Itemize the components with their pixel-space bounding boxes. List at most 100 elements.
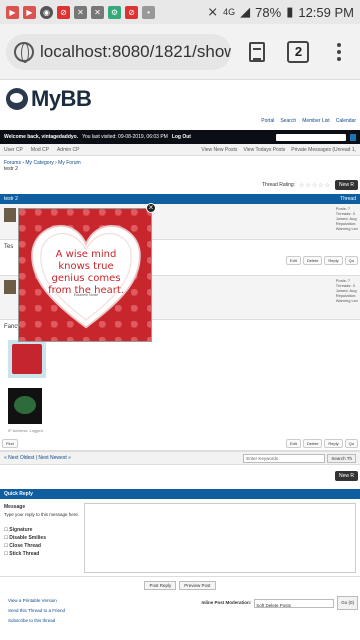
close-icon[interactable]: ×: [146, 203, 156, 213]
edit-button[interactable]: Edit: [285, 439, 301, 448]
post-reply-button[interactable]: Post Reply: [144, 581, 177, 590]
reader-mode-button[interactable]: [243, 34, 272, 70]
quick-reply-form: Message Type your reply to this message …: [0, 499, 360, 577]
tab-count: 2: [287, 40, 310, 63]
new-reply-button[interactable]: New R: [334, 180, 358, 190]
breadcrumb-thread: testr 2: [4, 166, 18, 172]
browser-toolbar: localhost:8080/1821/show 2: [0, 24, 360, 80]
web-page: MyBB Portal Search Member List Calendar …: [0, 80, 360, 640]
signal-icon: ◢: [240, 4, 251, 19]
user-cp-link[interactable]: User CP: [4, 147, 23, 153]
browser-menu-button[interactable]: [325, 34, 354, 70]
find-button[interactable]: Find: [2, 439, 18, 448]
author-stats: Posts: 7 Threads: 3 Joined: Aug Reputati…: [336, 206, 358, 231]
more-notifications-icon: •: [142, 5, 155, 19]
message-label: Message: [4, 504, 26, 510]
go-button[interactable]: Go (0): [337, 596, 358, 610]
message-textarea[interactable]: [84, 503, 356, 573]
quick-reply-options: Message Type your reply to this message …: [4, 503, 84, 572]
mic-off-icon: ✕: [91, 5, 104, 19]
keywords-input[interactable]: Enter Keywords: [243, 453, 326, 463]
search-link[interactable]: Search: [280, 118, 296, 130]
quick-reply-buttons: Post Reply Preview Post: [0, 577, 360, 594]
delete-button[interactable]: Delete: [302, 439, 323, 448]
search-thread-button[interactable]: Search Th: [327, 453, 356, 463]
reply-button[interactable]: Reply: [324, 439, 343, 448]
message-hint: Type your reply to this message here.: [4, 512, 80, 517]
more-vert-icon: [337, 42, 342, 61]
avatar: [4, 280, 16, 294]
status-bar: ▶ ▶ ◉ ⊘ ✕ ✕ ⚙ ⊘ • ⨯ 4G ◢ 78% ▮ 12:59 PM: [0, 0, 360, 24]
preview-post-button[interactable]: Preview Post: [179, 581, 216, 590]
quick-reply-header: Quick Reply: [0, 489, 360, 499]
top-links: Portal Search Member List Calendar: [0, 118, 360, 130]
user-panel-row: User CP Mod CP Admin CP View New Posts V…: [0, 144, 360, 156]
network-label: 4G: [223, 7, 236, 17]
mod-cp-link[interactable]: Mod CP: [31, 147, 49, 153]
new-reply-row: New R: [0, 469, 360, 483]
mod-label: Inline Post Moderation:: [201, 600, 252, 605]
site-logo[interactable]: MyBB: [31, 86, 92, 112]
battery-label: 78%: [255, 4, 282, 20]
author-warning: Warning Lev: [335, 226, 358, 231]
delete-button[interactable]: Delete: [302, 256, 323, 265]
header-search-input[interactable]: [276, 133, 346, 141]
edit-button[interactable]: Edit: [285, 256, 301, 265]
quote-author: Elizabeth Noble: [73, 293, 99, 297]
member-list-link[interactable]: Member List: [302, 118, 330, 130]
header: MyBB: [0, 80, 360, 118]
option-disable-smilies[interactable]: ☐ Disable Smilies: [4, 534, 84, 542]
option-close-thread[interactable]: ☐ Close Thread: [4, 542, 84, 550]
private-messages-link[interactable]: Private Messages (Unread 1,: [291, 147, 356, 153]
bottom-links: View a Printable Version Send this Threa…: [0, 594, 360, 628]
clock: 12:59 PM: [298, 4, 354, 20]
blocked-app-icon: ⊘: [57, 5, 70, 19]
oldest-newest-links[interactable]: « Next Oldest | Next Newest »: [4, 455, 71, 461]
attachment-image-heart[interactable]: [8, 340, 46, 378]
avatar: [4, 208, 16, 222]
rating-stars[interactable]: ☆☆☆☆☆: [299, 182, 331, 189]
youtube-icon: ▶: [6, 5, 19, 19]
reply-button[interactable]: Reply: [324, 256, 343, 265]
calendar-link[interactable]: Calendar: [336, 118, 356, 130]
vpn-icon: ◉: [40, 5, 53, 19]
thread-title: testr 2: [4, 196, 18, 202]
image-lightbox[interactable]: A wise mind knows true genius comes from…: [18, 208, 152, 342]
mute-status-icon: ⨯: [207, 4, 219, 19]
attachment-image-dark[interactable]: [8, 388, 42, 424]
post-actions: Find Edit Delete Reply Qu: [0, 437, 360, 450]
thread-header: testr 2 Thread: [0, 194, 360, 204]
view-todays-posts-link[interactable]: View Todays Posts: [243, 147, 285, 153]
option-stick-thread[interactable]: ☐ Stick Thread: [4, 550, 84, 558]
view-new-posts-link[interactable]: View New Posts: [201, 147, 237, 153]
quote-button[interactable]: Qu: [344, 439, 358, 448]
author-stats: Posts: 7 Threads: 3 Joined: Aug Reputati…: [336, 278, 358, 303]
mod-select[interactable]: Soft Delete Posts: [254, 598, 335, 608]
rating-row: Thread Rating: ☆☆☆☆☆ New R: [0, 178, 360, 192]
url-text[interactable]: localhost:8080/1821/show: [40, 42, 231, 62]
youtube-icon: ▶: [23, 5, 36, 19]
quote-button[interactable]: Qu: [344, 256, 358, 265]
no-ads-icon: ⊘: [125, 5, 138, 19]
rating-label: Thread Rating:: [262, 182, 296, 188]
document-icon: [249, 41, 266, 62]
address-bar[interactable]: localhost:8080/1821/show: [6, 33, 231, 70]
settings-icon: ⚙: [108, 5, 121, 19]
inline-moderation: Inline Post Moderation: Soft Delete Post…: [201, 596, 358, 610]
thread-tools[interactable]: Thread: [340, 196, 356, 202]
welcome-bar: Welcome back, vintagedaddyo. You last vi…: [0, 130, 360, 144]
portal-link[interactable]: Portal: [261, 118, 274, 130]
header-search-button[interactable]: [350, 133, 356, 141]
ip-address-note: IP Address: Logged: [8, 428, 43, 433]
new-reply-button[interactable]: New R: [334, 471, 358, 481]
battery-icon: ▮: [286, 4, 294, 19]
breadcrumb[interactable]: Forums › My Category › My Forum: [0, 156, 360, 166]
option-signature[interactable]: ☐ Signature: [4, 526, 84, 534]
admin-cp-link[interactable]: Admin CP: [57, 147, 80, 153]
subscribe-link[interactable]: Subscribe to this thread: [8, 616, 352, 626]
logout-link[interactable]: Log Out: [172, 134, 191, 140]
globe-icon: [14, 41, 34, 63]
tab-switcher-button[interactable]: 2: [284, 34, 313, 70]
notification-icons: ▶ ▶ ◉ ⊘ ✕ ✕ ⚙ ⊘ •: [6, 5, 155, 19]
mute-icon: ✕: [74, 5, 87, 19]
